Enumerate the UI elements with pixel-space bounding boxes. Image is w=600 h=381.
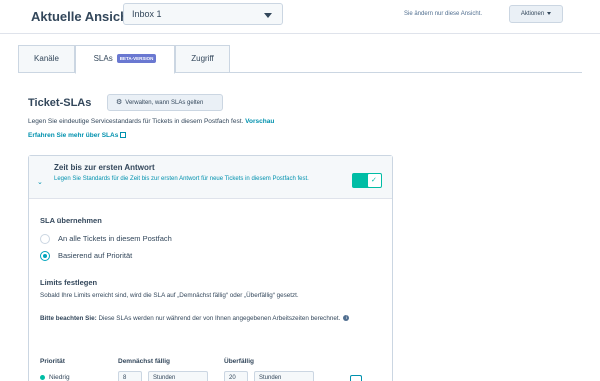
radio-label: Basierend auf Priorität bbox=[58, 251, 133, 260]
inbox-select[interactable]: Inbox 1 bbox=[123, 3, 283, 25]
sla-card: ⌄ Zeit bis zur ersten Antwort Legen Sie … bbox=[28, 155, 393, 381]
tab-label: Kanäle bbox=[34, 54, 59, 63]
note-label: Bitte beachten Sie: bbox=[40, 315, 97, 322]
caret-down-icon bbox=[264, 13, 272, 18]
radio-by-priority[interactable]: Basierend auf Priorität bbox=[40, 251, 133, 262]
overdue-value-input[interactable]: 20 bbox=[224, 371, 248, 381]
section-description-text: Legen Sie eindeutige Servicestandards fü… bbox=[28, 118, 244, 125]
top-bar: Aktuelle Ansicht: Inbox 1 Sie ändern nur… bbox=[0, 0, 600, 34]
caret-down-icon bbox=[547, 11, 552, 15]
sla-card-title: Zeit bis zur ersten Antwort bbox=[54, 163, 155, 172]
actions-button[interactable]: Aktionen bbox=[509, 5, 563, 23]
preview-link[interactable]: Vorschau bbox=[245, 118, 274, 125]
radio-label: An alle Tickets in diesem Postfach bbox=[58, 234, 172, 243]
due-soon-unit-select[interactable]: Stunden bbox=[148, 371, 208, 381]
settings-icon: ⚙ bbox=[116, 99, 123, 106]
checkmark-icon: ✓ bbox=[371, 177, 377, 184]
limits-description: Sobald Ihre Limits erreicht sind, wird d… bbox=[40, 292, 299, 299]
manage-sla-label: Verwalten, wann SLAs gelten bbox=[125, 100, 204, 106]
column-priority: Priorität bbox=[40, 358, 65, 365]
learn-more-link[interactable]: Erfahren Sie mehr über SLAs bbox=[28, 132, 127, 139]
tab-label: Zugriff bbox=[191, 54, 214, 63]
info-icon[interactable]: i bbox=[343, 315, 350, 322]
actions-button-label: Aktionen bbox=[520, 11, 545, 17]
toggle-knob: ✓ bbox=[368, 174, 381, 187]
limits-title: Limits festlegen bbox=[40, 278, 98, 287]
tab-slas[interactable]: SLAs BETA-VERSION bbox=[75, 45, 175, 74]
current-view-label: Aktuelle Ansicht: bbox=[31, 9, 137, 24]
radio-button[interactable] bbox=[40, 251, 50, 262]
inbox-select-value: Inbox 1 bbox=[132, 9, 162, 19]
priority-low: Niedrig bbox=[40, 374, 70, 381]
section-title: Ticket-SLAs bbox=[28, 97, 92, 109]
overdue-unit-select[interactable]: Stunden bbox=[254, 371, 314, 381]
working-hours-note: Bitte beachten Sie: Diese SLAs werden nu… bbox=[40, 314, 385, 324]
learn-more-label: Erfahren Sie mehr über SLAs bbox=[28, 132, 119, 139]
sla-card-header[interactable]: ⌄ Zeit bis zur ersten Antwort Legen Sie … bbox=[29, 156, 392, 199]
apply-sla-title: SLA übernehmen bbox=[40, 216, 102, 225]
column-due-soon: Demnächst fällig bbox=[118, 358, 171, 365]
tab-label: SLAs bbox=[93, 54, 113, 63]
priority-dot-icon bbox=[40, 374, 45, 380]
column-overdue: Überfällig bbox=[224, 358, 254, 365]
priority-label: Niedrig bbox=[49, 374, 70, 381]
beta-badge: BETA-VERSION bbox=[116, 54, 157, 64]
tab-kanale[interactable]: Kanäle bbox=[18, 45, 75, 73]
manage-sla-button[interactable]: ⚙ Verwalten, wann SLAs gelten bbox=[107, 94, 223, 111]
due-soon-value-input[interactable]: 8 bbox=[118, 371, 142, 381]
tab-bar: Kanäle SLAs BETA-VERSION Zugriff bbox=[18, 45, 582, 74]
radio-button[interactable] bbox=[40, 234, 50, 245]
view-note: Sie ändern nur diese Ansicht. bbox=[404, 11, 483, 17]
external-link-icon bbox=[120, 132, 127, 139]
delete-icon[interactable] bbox=[350, 375, 362, 381]
sla-toggle[interactable]: ✓ bbox=[352, 173, 382, 188]
radio-all-tickets[interactable]: An alle Tickets in diesem Postfach bbox=[40, 234, 172, 245]
section-description: Legen Sie eindeutige Servicestandards fü… bbox=[28, 118, 274, 125]
tab-zugriff[interactable]: Zugriff bbox=[175, 45, 230, 73]
chevron-down-icon[interactable]: ⌄ bbox=[37, 178, 43, 186]
note-text: Diese SLAs werden nur während der von Ih… bbox=[98, 315, 341, 322]
sla-card-description: Legen Sie Standards für die Zeit bis zur… bbox=[54, 176, 309, 182]
